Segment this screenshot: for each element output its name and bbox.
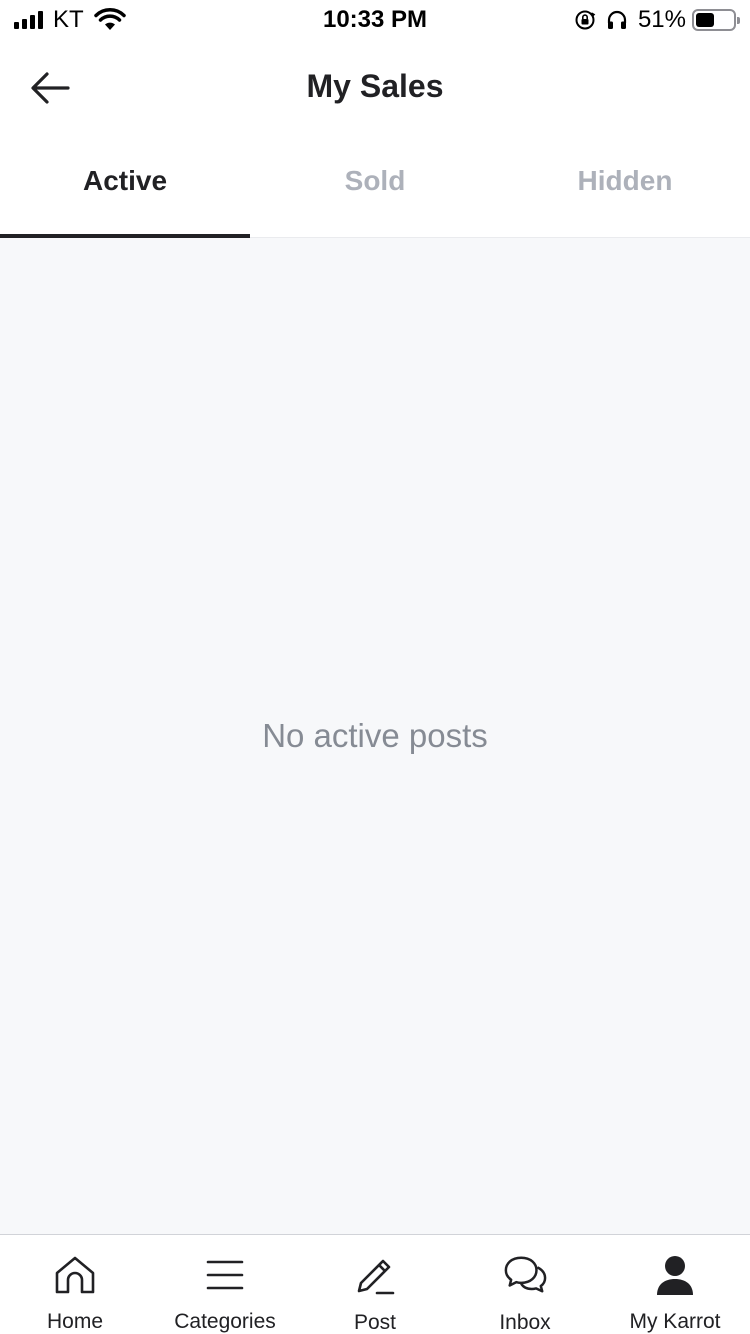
tab-bar: Active Sold Hidden [0,132,750,238]
nav-label: Post [353,1311,397,1334]
nav-item-my-karrot[interactable]: My Karrot [600,1235,750,1334]
header: My Sales [0,44,750,128]
nav-label: Home [46,1310,104,1333]
tab-label: Active [82,164,168,196]
nav-item-inbox[interactable]: Inbox [450,1235,600,1334]
empty-state-message: No active posts [262,717,488,754]
battery-level [696,13,715,27]
rotation-lock-icon [575,10,596,30]
tab-hidden[interactable]: Hidden [500,132,750,237]
status-right: 51% [574,6,740,33]
content-area: No active posts [0,238,750,1234]
battery-percent: 51% [637,6,686,33]
nav-item-post[interactable]: Post [300,1235,450,1334]
battery-icon [692,9,740,31]
bottom-nav: Home Categories Post Inbox My Karrot [0,1234,750,1334]
tab-label: Sold [344,164,406,196]
nav-label: Inbox [499,1311,551,1334]
chat-icon [503,1253,547,1297]
tab-active[interactable]: Active [0,132,250,238]
person-icon [653,1253,697,1296]
headphones-icon [607,10,627,29]
page-title: My Sales [306,68,444,104]
tab-label: Hidden [577,164,673,196]
tab-sold[interactable]: Sold [250,132,500,237]
nav-item-categories[interactable]: Categories [150,1235,300,1334]
nav-label: Categories [174,1310,276,1333]
screen: KT 10:33 PM 51% My Sales Active Sold Hid… [0,0,750,1334]
menu-icon [203,1253,247,1296]
status-bar: KT 10:33 PM 51% [0,0,750,40]
battery-cap [737,17,740,24]
home-icon [53,1253,97,1296]
pencil-icon [353,1253,397,1297]
nav-item-home[interactable]: Home [0,1235,150,1334]
nav-label: My Karrot [629,1310,721,1333]
